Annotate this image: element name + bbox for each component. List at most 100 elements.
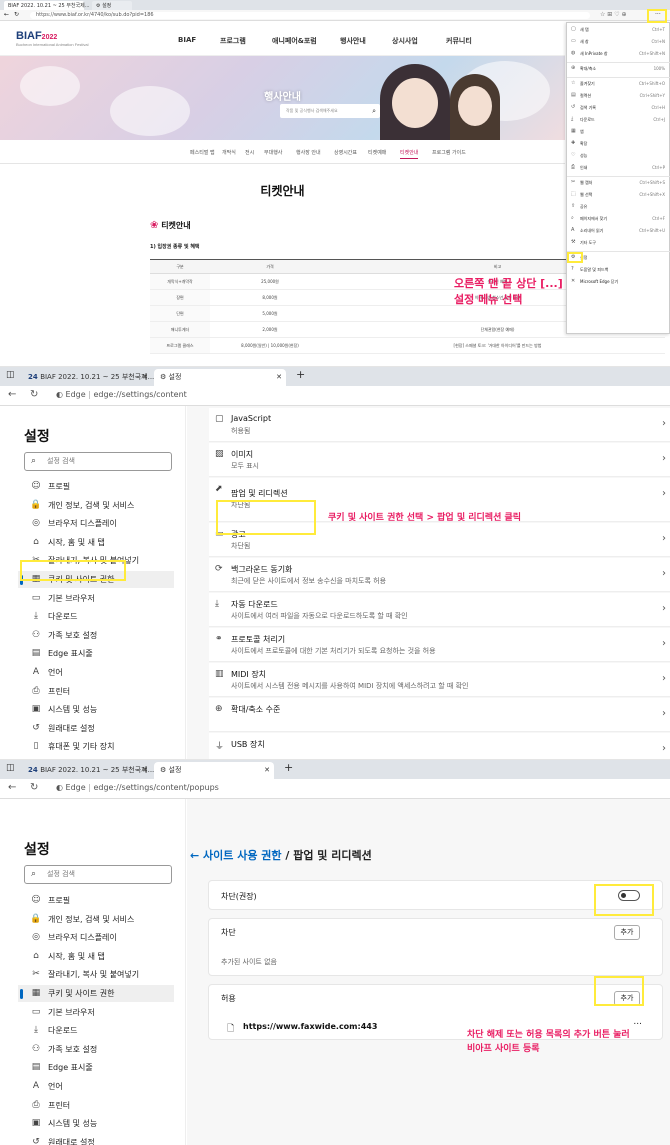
gnb-item-community[interactable]: 커뮤니티 xyxy=(446,36,472,46)
tab-biaf[interactable]: 24 BIAF 2022. 10.21 ~ 25 부천국제... ✕ xyxy=(22,369,154,386)
subnav-item[interactable]: 페스티벌 맵 xyxy=(190,149,215,156)
hero-search-input[interactable]: 작품 및 공식행사 검색해주세요 ⌕ xyxy=(280,104,380,118)
menu-item-collections[interactable]: ▤ 컬렉션 Ctrl+Shift+Y xyxy=(567,91,670,100)
sidebar-item-lock[interactable]: 🔒 개인 정보, 검색 및 서비스 xyxy=(18,911,174,928)
sidebar-item-reset[interactable]: ↺ 원래대로 설정 xyxy=(18,720,174,737)
menu-item-select[interactable]: ⬚ 웹 선택 Ctrl+Shift+X xyxy=(567,190,670,199)
back-icon[interactable]: ← xyxy=(8,389,16,400)
sidebar-item-language[interactable]: A 언어 xyxy=(18,1078,174,1095)
subnav-item[interactable]: 프로그램 가이드 xyxy=(432,149,466,156)
sidebar-item-system[interactable]: ▣ 시스템 및 성능 xyxy=(18,701,174,718)
more-options-icon[interactable]: ... xyxy=(633,1017,642,1027)
back-icon[interactable]: ← xyxy=(8,782,16,793)
menu-item-read-aloud[interactable]: A 소리내어 읽기 Ctrl+Shift+U xyxy=(567,226,670,235)
gnb-item-biaf[interactable]: BIAF xyxy=(178,36,196,44)
close-tab-icon[interactable]: ✕ xyxy=(276,372,282,383)
menu-item-favorites[interactable]: ☆ 즐겨찾기 Ctrl+Shift+O xyxy=(567,79,670,88)
menu-item-inprivate[interactable]: ◍ 새 InPrivate 창 Ctrl+Shift+N xyxy=(567,49,670,58)
search-icon[interactable]: ⌕ xyxy=(372,104,376,118)
block-add-button[interactable]: 추가 xyxy=(614,925,640,940)
content-item-protocol[interactable]: ⚭ 프로토콜 처리기 사이트에서 프로토콜에 대한 기본 처리기가 되도록 요청하는… xyxy=(209,628,670,662)
menu-item-print[interactable]: ⎙ 인쇄 Ctrl+P xyxy=(567,163,670,172)
menu-item-extensions[interactable]: ✚ 확장 xyxy=(567,139,670,148)
tab-settings[interactable]: ⚙ 설정 ✕ xyxy=(154,369,286,386)
menu-item-apps[interactable]: ▦ 앱 xyxy=(567,127,670,136)
refresh-icon[interactable]: ↻ xyxy=(30,782,38,793)
settings-search-input[interactable]: ⌕ 설정 검색 xyxy=(24,865,172,884)
menu-item-capture[interactable]: ✂ 웹 캡처 Ctrl+Shift+S xyxy=(567,178,670,187)
content-item-sync[interactable]: ⟳ 백그라운드 동기화 최근에 닫은 사이트에서 정보 송수신을 마치도록 허용 › xyxy=(209,558,670,592)
content-item-js[interactable]: ▢ JavaScript 허용됨 › xyxy=(209,408,670,442)
sidebar-item-browser[interactable]: ▭ 기본 브라우저 xyxy=(18,590,174,607)
menu-item-performance[interactable]: ♡ 성능 xyxy=(567,151,670,160)
content-item-usb[interactable]: ⏚ USB 장치 › xyxy=(209,733,670,759)
sidebar-item-printer[interactable]: ⎙ 프린터 xyxy=(18,683,174,700)
url-field[interactable]: https://www.biaf.or.kr/4740/ko/sub.do?pi… xyxy=(30,12,590,19)
gnb-item-program[interactable]: 프로그램 xyxy=(220,36,246,46)
gnb-item-event[interactable]: 행사안내 xyxy=(340,36,366,46)
toolbar-icons[interactable]: ☆ ⊞ ♡ ⊕ xyxy=(600,11,627,18)
subnav-item[interactable]: 개막식 xyxy=(222,149,236,156)
tab-settings[interactable]: ⚙ 설정 ✕ xyxy=(154,762,274,779)
tab-actions-icon[interactable]: ◫ xyxy=(6,370,15,380)
sidebar-item-cookie[interactable]: ▦ 쿠키 및 사이트 권한 xyxy=(18,985,174,1002)
menu-item-share[interactable]: ⇪ 공유 xyxy=(567,202,670,211)
sidebar-item-reset[interactable]: ↺ 원래대로 설정 xyxy=(18,1134,174,1145)
sidebar-item-edge-bar[interactable]: ▤ Edge 표시줄 xyxy=(18,645,174,662)
subnav-item[interactable]: 상영시간표 xyxy=(334,149,357,156)
sidebar-item-display[interactable]: ◎ 브라우저 디스플레이 xyxy=(18,929,174,946)
close-tab-icon[interactable]: ✕ xyxy=(264,765,270,776)
new-tab-icon[interactable]: + xyxy=(284,761,293,774)
sidebar-item-download[interactable]: ⤓ 다운로드 xyxy=(18,1022,174,1039)
menu-item-find[interactable]: ⌕ 페이지에서 찾기 Ctrl+F xyxy=(567,214,670,223)
biaf-logo[interactable]: BIAF2022 Bucheon International Animation … xyxy=(16,30,89,47)
close-tab-icon[interactable]: ✕ xyxy=(142,765,148,776)
refresh-icon[interactable]: ↻ xyxy=(30,389,38,400)
sidebar-item-lock[interactable]: 🔒 개인 정보, 검색 및 서비스 xyxy=(18,497,174,514)
sidebar-item-home[interactable]: ⌂ 시작, 홈 및 새 탭 xyxy=(18,948,174,965)
subnav-item-active[interactable]: 티켓안내 xyxy=(400,149,419,159)
tab-biaf[interactable]: 24 BIAF 2022. 10.21 ~ 25 부천국제... ✕ xyxy=(22,762,154,779)
sidebar-item-download[interactable]: ⤓ 다운로드 xyxy=(18,608,174,625)
menu-item-history[interactable]: ↺ 검색 기록 Ctrl+H xyxy=(567,103,670,112)
url-field[interactable]: ◐ Edge | edge://settings/content xyxy=(56,390,187,399)
url-field[interactable]: ◐ Edge | edge://settings/content/popups xyxy=(56,783,219,792)
sidebar-item-family[interactable]: ⚇ 가족 보호 설정 xyxy=(18,1041,174,1058)
sidebar-item-browser[interactable]: ▭ 기본 브라우저 xyxy=(18,1004,174,1021)
tab-actions-icon[interactable]: ◫ xyxy=(6,763,15,773)
sidebar-item-profile[interactable]: ☺ 프로필 xyxy=(18,892,174,909)
menu-item-close[interactable]: ✕ Microsoft Edge 닫기 xyxy=(567,277,670,286)
tab-biaf[interactable]: BIAF 2022. 10.21 ~ 25 부천국제... xyxy=(4,1,90,10)
sidebar-item-printer[interactable]: ⎙ 프린터 xyxy=(18,1097,174,1114)
subnav-item[interactable]: 행사장 안내 xyxy=(296,149,321,156)
menu-item-download[interactable]: ⤓ 다운로드 Ctrl+J xyxy=(567,115,670,124)
subnav-item[interactable]: 부대행사 xyxy=(264,149,282,156)
content-item-midi[interactable]: ▥ MIDI 장치 사이트에서 시스템 전용 메시지를 사용하여 MIDI 장치에 … xyxy=(209,663,670,697)
menu-item-zoom[interactable]: ⊕ 확대/축소 100% xyxy=(567,64,670,73)
menu-item-tab[interactable]: ▢ 새 탭 Ctrl+T xyxy=(567,25,670,34)
menu-item-help[interactable]: ? 도움말 및 피드백 xyxy=(567,265,670,274)
sidebar-item-phone[interactable]: ▯ 휴대폰 및 기타 장치 xyxy=(18,738,174,755)
sidebar-item-home[interactable]: ⌂ 시작, 홈 및 새 탭 xyxy=(18,534,174,551)
subnav-item[interactable]: 티켓예매 xyxy=(368,149,386,156)
sidebar-item-family[interactable]: ⚇ 가족 보호 설정 xyxy=(18,627,174,644)
breadcrumb-back-link[interactable]: 사이트 사용 권한 xyxy=(203,849,282,862)
tab-settings[interactable]: ⚙ 설정 xyxy=(92,1,132,10)
sidebar-item-profile[interactable]: ☺ 프로필 xyxy=(18,478,174,495)
subnav-item[interactable]: 전시 xyxy=(245,149,254,156)
menu-item-tools[interactable]: ⚒ 기타 도구 xyxy=(567,238,670,247)
sidebar-item-clipboard[interactable]: ✂ 잘라내기, 복사 및 붙여넣기 xyxy=(18,966,174,983)
settings-search-input[interactable]: ⌕ 설정 검색 xyxy=(24,452,172,471)
sidebar-item-system[interactable]: ▣ 시스템 및 성능 xyxy=(18,1115,174,1132)
gnb-item-fair[interactable]: 애니페어&포럼 xyxy=(272,36,317,46)
new-tab-icon[interactable]: + xyxy=(296,368,305,381)
back-arrow-icon[interactable]: ← xyxy=(190,849,203,862)
sidebar-item-language[interactable]: A 언어 xyxy=(18,664,174,681)
close-tab-icon[interactable]: ✕ xyxy=(142,372,148,383)
content-item-zoom-level[interactable]: ⊕ 확대/축소 수준 › xyxy=(209,698,670,732)
back-icon[interactable]: ← xyxy=(4,11,9,18)
gnb-item-regular[interactable]: 상시사업 xyxy=(392,36,418,46)
content-item-auto-download[interactable]: ⤓ 자동 다운로드 사이트에서 여러 파일을 자동으로 다운로드하도록 할 때 확인… xyxy=(209,593,670,627)
sidebar-item-display[interactable]: ◎ 브라우저 디스플레이 xyxy=(18,515,174,532)
menu-item-window[interactable]: ▭ 새 창 Ctrl+N xyxy=(567,37,670,46)
